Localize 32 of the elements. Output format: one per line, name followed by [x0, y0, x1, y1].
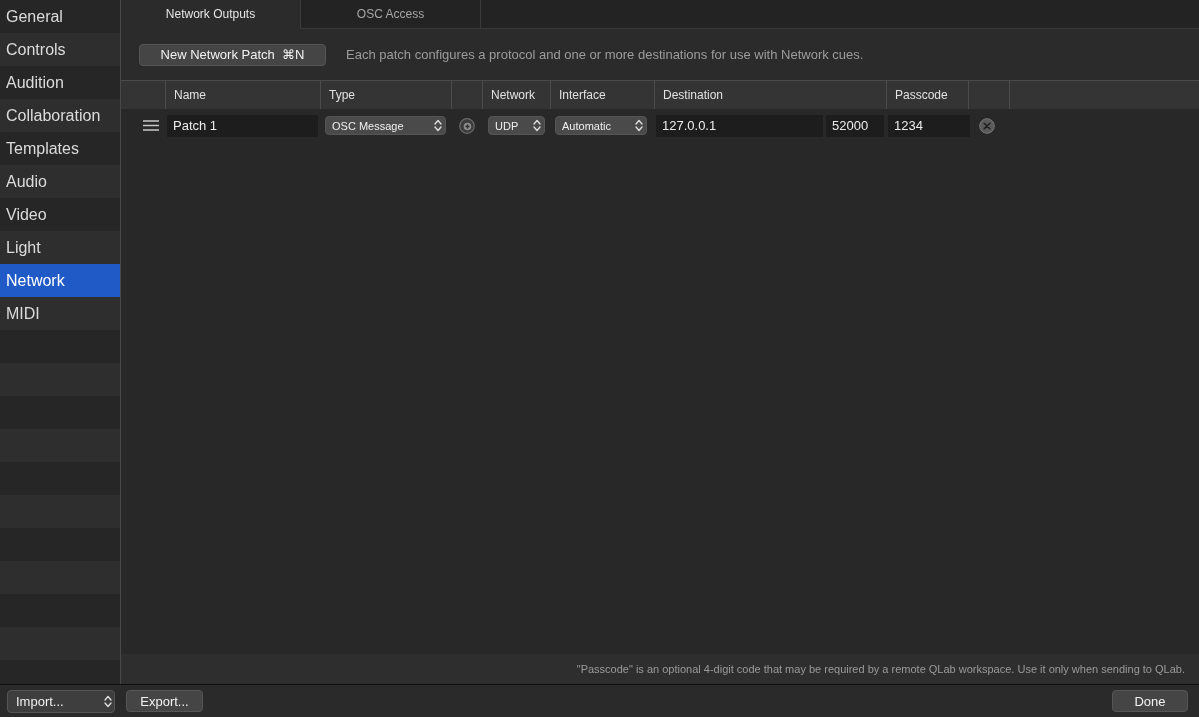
sidebar-item[interactable]: Collaboration	[0, 99, 120, 132]
sidebar-item[interactable]: Audio	[0, 165, 120, 198]
hamburger-icon[interactable]	[143, 120, 159, 131]
new-network-patch-button[interactable]: New Network Patch ⌘N	[139, 43, 326, 66]
network-select[interactable]: UDP	[488, 116, 545, 135]
import-menu[interactable]: Import...	[7, 689, 115, 713]
destination-field[interactable]: 127.0.0.1	[656, 114, 823, 137]
chevron-up-down-icon	[434, 119, 442, 132]
chevron-up-down-icon	[104, 693, 112, 709]
passcode-note: "Passcode" is an optional 4-digit code that may be required by a remote QLab workspace. Use it only when sending to QLab.	[576, 663, 1185, 675]
sidebar-item[interactable]: General	[0, 0, 120, 33]
sidebar-item[interactable]: Network	[0, 264, 120, 297]
sidebar-item[interactable]: Video	[0, 198, 120, 231]
done-button[interactable]: Done	[1112, 690, 1188, 712]
sidebar-item[interactable]: Controls	[0, 33, 120, 66]
close-circle-icon[interactable]	[979, 117, 995, 134]
type-select[interactable]: OSC Message	[325, 116, 446, 135]
chevron-up-down-icon	[533, 119, 541, 132]
sidebar-item[interactable]: MIDI	[0, 297, 120, 330]
port-field[interactable]: 52000	[826, 114, 884, 137]
sidebar-item[interactable]: Audition	[0, 66, 120, 99]
chevron-up-down-icon	[635, 119, 643, 132]
passcode-field[interactable]: 1234	[888, 114, 970, 137]
tab[interactable]: OSC Access	[301, 0, 481, 29]
plus-circle-icon[interactable]	[459, 117, 475, 134]
export-button[interactable]: Export...	[126, 690, 203, 712]
tab[interactable]: Network Outputs	[121, 0, 301, 29]
interface-select[interactable]: Automatic	[555, 116, 647, 135]
description-text: Each patch configures a protocol and one or more destinations for use with Network cues.	[346, 47, 864, 62]
sidebar-item[interactable]: Templates	[0, 132, 120, 165]
sidebar-item[interactable]: Light	[0, 231, 120, 264]
name-field[interactable]: Patch 1	[167, 114, 318, 137]
